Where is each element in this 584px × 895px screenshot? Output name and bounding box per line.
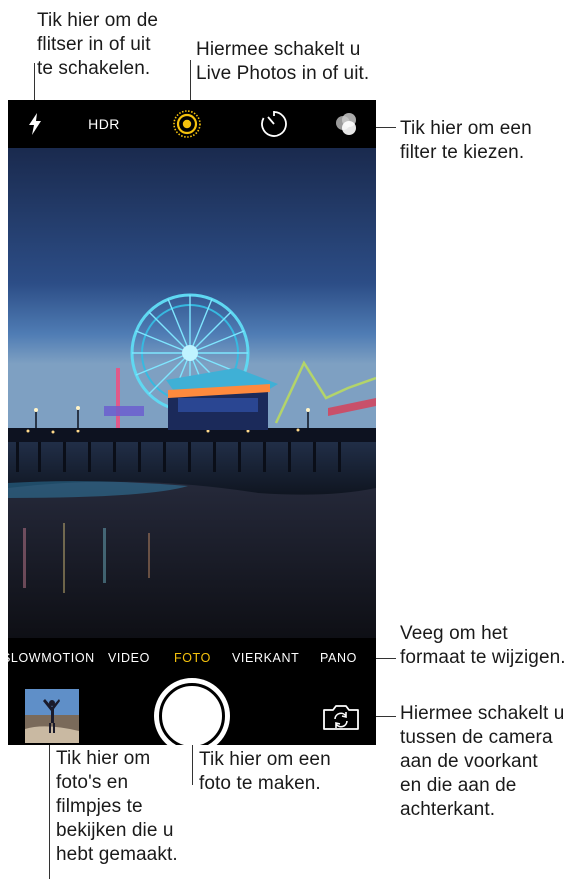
flash-button[interactable] (22, 100, 48, 148)
leader-line-live (190, 60, 191, 103)
mode-selector[interactable]: SLOWMOTION VIDEO FOTO VIERKANT PANO (8, 638, 376, 678)
callout-swipe-format: Veeg om het formaat te wijzigen. (400, 623, 566, 668)
mode-foto[interactable]: FOTO (174, 638, 211, 678)
timer-button[interactable] (258, 100, 290, 148)
camera-top-bar: HDR (8, 100, 376, 148)
mode-vierkant[interactable]: VIERKANT (232, 638, 299, 678)
shutter-ring (159, 683, 225, 745)
photo-thumbnail[interactable] (25, 689, 79, 743)
callout-switch-camera: Hiermee schakelt u tussen de camera aan … (400, 703, 565, 820)
callout-shutter: Tik hier om een foto te maken. (199, 749, 331, 794)
hdr-button[interactable]: HDR (84, 100, 124, 148)
callout-thumbnail: Tik hier om foto's en filmpjes te bekijk… (56, 748, 178, 865)
timer-icon (261, 111, 287, 137)
overlapping-circles-icon (336, 113, 356, 135)
leader-line-thumbnail (49, 739, 50, 879)
switch-camera-button[interactable] (321, 702, 361, 732)
mode-video[interactable]: VIDEO (108, 638, 150, 678)
callout-flash: Tik hier om de flitser in of uit te scha… (37, 10, 159, 79)
live-photos-icon (173, 110, 201, 138)
camera-screen: HDR SLOWMOTION VIDEO FOTO VIERKANT PANO (8, 100, 376, 745)
filter-button[interactable] (332, 100, 362, 148)
thumbnail-image (25, 689, 79, 743)
mode-slowmotion[interactable]: SLOWMOTION (8, 638, 95, 678)
leader-line-flash (34, 63, 35, 103)
viewfinder-image (8, 148, 376, 638)
callout-filter: Tik hier om een filter te kiezen. (400, 118, 532, 163)
callout-live-photos: Hiermee schakelt u Live Photos in of uit… (196, 39, 370, 84)
switch-camera-icon (323, 705, 359, 730)
live-photos-button[interactable] (170, 100, 204, 148)
mode-pano[interactable]: PANO (320, 638, 357, 678)
lightning-bolt-icon (29, 113, 41, 135)
shutter-button[interactable] (154, 678, 230, 745)
